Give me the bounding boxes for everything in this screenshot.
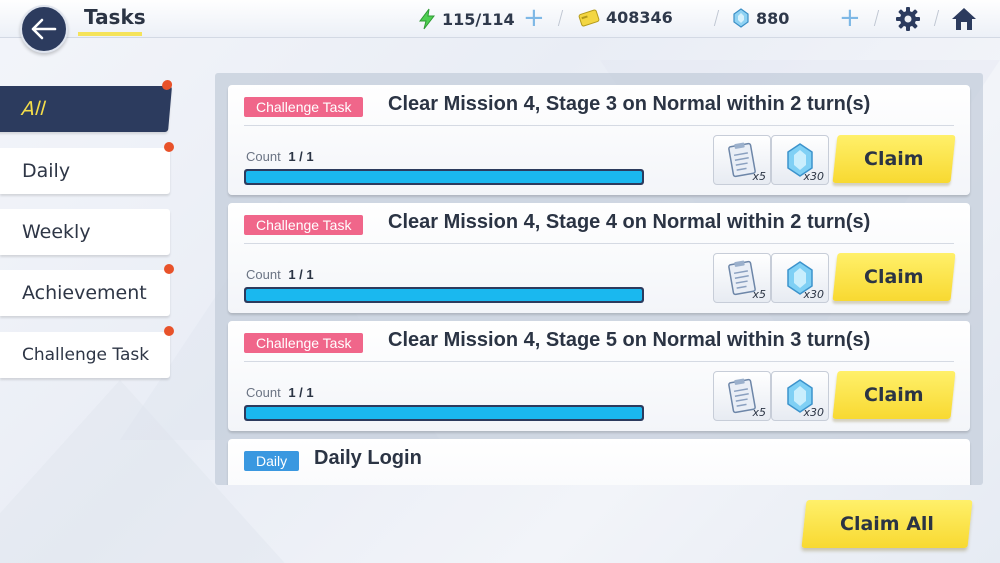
claim-button-label: Claim [864,384,924,406]
sidebar-item-label: Achievement [22,282,147,304]
back-button[interactable] [20,5,68,53]
divider [244,125,954,126]
task-progress-bar [244,169,644,185]
reward-quantity: x5 [752,288,766,301]
reward-item[interactable]: x5 [713,371,771,421]
gear-icon [896,7,920,31]
progress-fill [246,407,642,419]
reward-item[interactable]: x30 [771,371,829,421]
sidebar-item-weekly[interactable]: Weekly [0,209,170,255]
count-label: Count [246,267,281,282]
claim-button-label: Claim [864,266,924,288]
claim-all-button[interactable]: Claim All [801,500,973,548]
sidebar-item-label: Challenge Task [22,345,150,365]
task-title: Clear Mission 4, Stage 5 on Normal withi… [388,329,871,351]
settings-button[interactable] [893,4,923,34]
stamina-value: 115/114 [442,9,515,29]
count-value: 1 / 1 [288,385,314,400]
task-count: Count 1 / 1 [246,267,314,282]
task-card: Daily Daily Login [228,439,970,485]
sidebar-item-achievement[interactable]: Achievement [0,264,174,316]
task-title: Daily Login [314,447,422,469]
task-title: Clear Mission 4, Stage 3 on Normal withi… [388,93,871,115]
credit-card-icon [578,9,600,26]
sidebar-item-all[interactable]: All [0,80,173,132]
claim-button-label: Claim [864,148,924,170]
notification-dot [164,264,174,274]
claim-button[interactable]: Claim [832,371,956,419]
reward-quantity: x30 [803,406,824,419]
credits-display: 408346 [578,8,673,27]
notification-dot [164,326,174,336]
reward-item[interactable]: x5 [713,135,771,185]
sidebar-item-label: All [21,98,47,120]
claim-button[interactable]: Claim [832,135,956,183]
divider [244,361,954,362]
sidebar-item-label: Weekly [22,221,91,243]
sidebar-item-label: Daily [22,160,71,182]
count-value: 1 / 1 [288,149,314,164]
notification-dot [161,80,173,90]
task-card: Challenge Task Clear Mission 4, Stage 3 … [228,85,970,195]
category-badge: Daily [244,451,300,471]
task-card: Challenge Task Clear Mission 4, Stage 5 … [228,321,970,431]
gems-display: 880 [732,8,789,28]
count-label: Count [246,385,281,400]
progress-fill [246,171,642,183]
sidebar-item-challenge-task[interactable]: Challenge Task [0,326,174,378]
lightning-bolt-icon [419,8,436,30]
notification-dot [164,142,174,152]
task-title: Clear Mission 4, Stage 4 on Normal withi… [388,211,871,233]
page-title: Tasks [84,5,146,29]
home-icon [952,8,976,30]
task-progress-bar [244,287,644,303]
claim-all-label: Claim All [840,513,934,535]
task-list-panel[interactable]: Challenge Task Clear Mission 4, Stage 3 … [215,73,983,485]
arrow-left-icon [31,18,57,40]
reward-item[interactable]: x30 [771,253,829,303]
reward-item[interactable]: x5 [713,253,771,303]
category-badge: Challenge Task [244,215,364,235]
task-card: Challenge Task Clear Mission 4, Stage 4 … [228,203,970,313]
reward-quantity: x5 [752,170,766,183]
divider [244,243,954,244]
reward-quantity: x30 [803,170,824,183]
count-value: 1 / 1 [288,267,314,282]
add-stamina-button[interactable]: + [523,5,545,31]
crystal-gem-icon [733,8,749,28]
task-progress-bar [244,405,644,421]
sidebar-item-daily[interactable]: Daily [0,142,174,194]
count-label: Count [246,149,281,164]
reward-quantity: x5 [752,406,766,419]
task-count: Count 1 / 1 [246,385,314,400]
category-badge: Challenge Task [244,97,364,117]
task-count: Count 1 / 1 [246,149,314,164]
home-button[interactable] [949,4,979,34]
category-badge: Challenge Task [244,333,364,353]
gems-value: 880 [756,8,790,28]
reward-quantity: x30 [803,288,824,301]
title-underline [78,32,142,36]
stamina-display: 115/114 [418,8,515,30]
credits-value: 408346 [606,8,673,27]
reward-item[interactable]: x30 [771,135,829,185]
add-gems-button[interactable]: + [839,5,861,31]
progress-fill [246,289,642,301]
claim-button[interactable]: Claim [832,253,956,301]
